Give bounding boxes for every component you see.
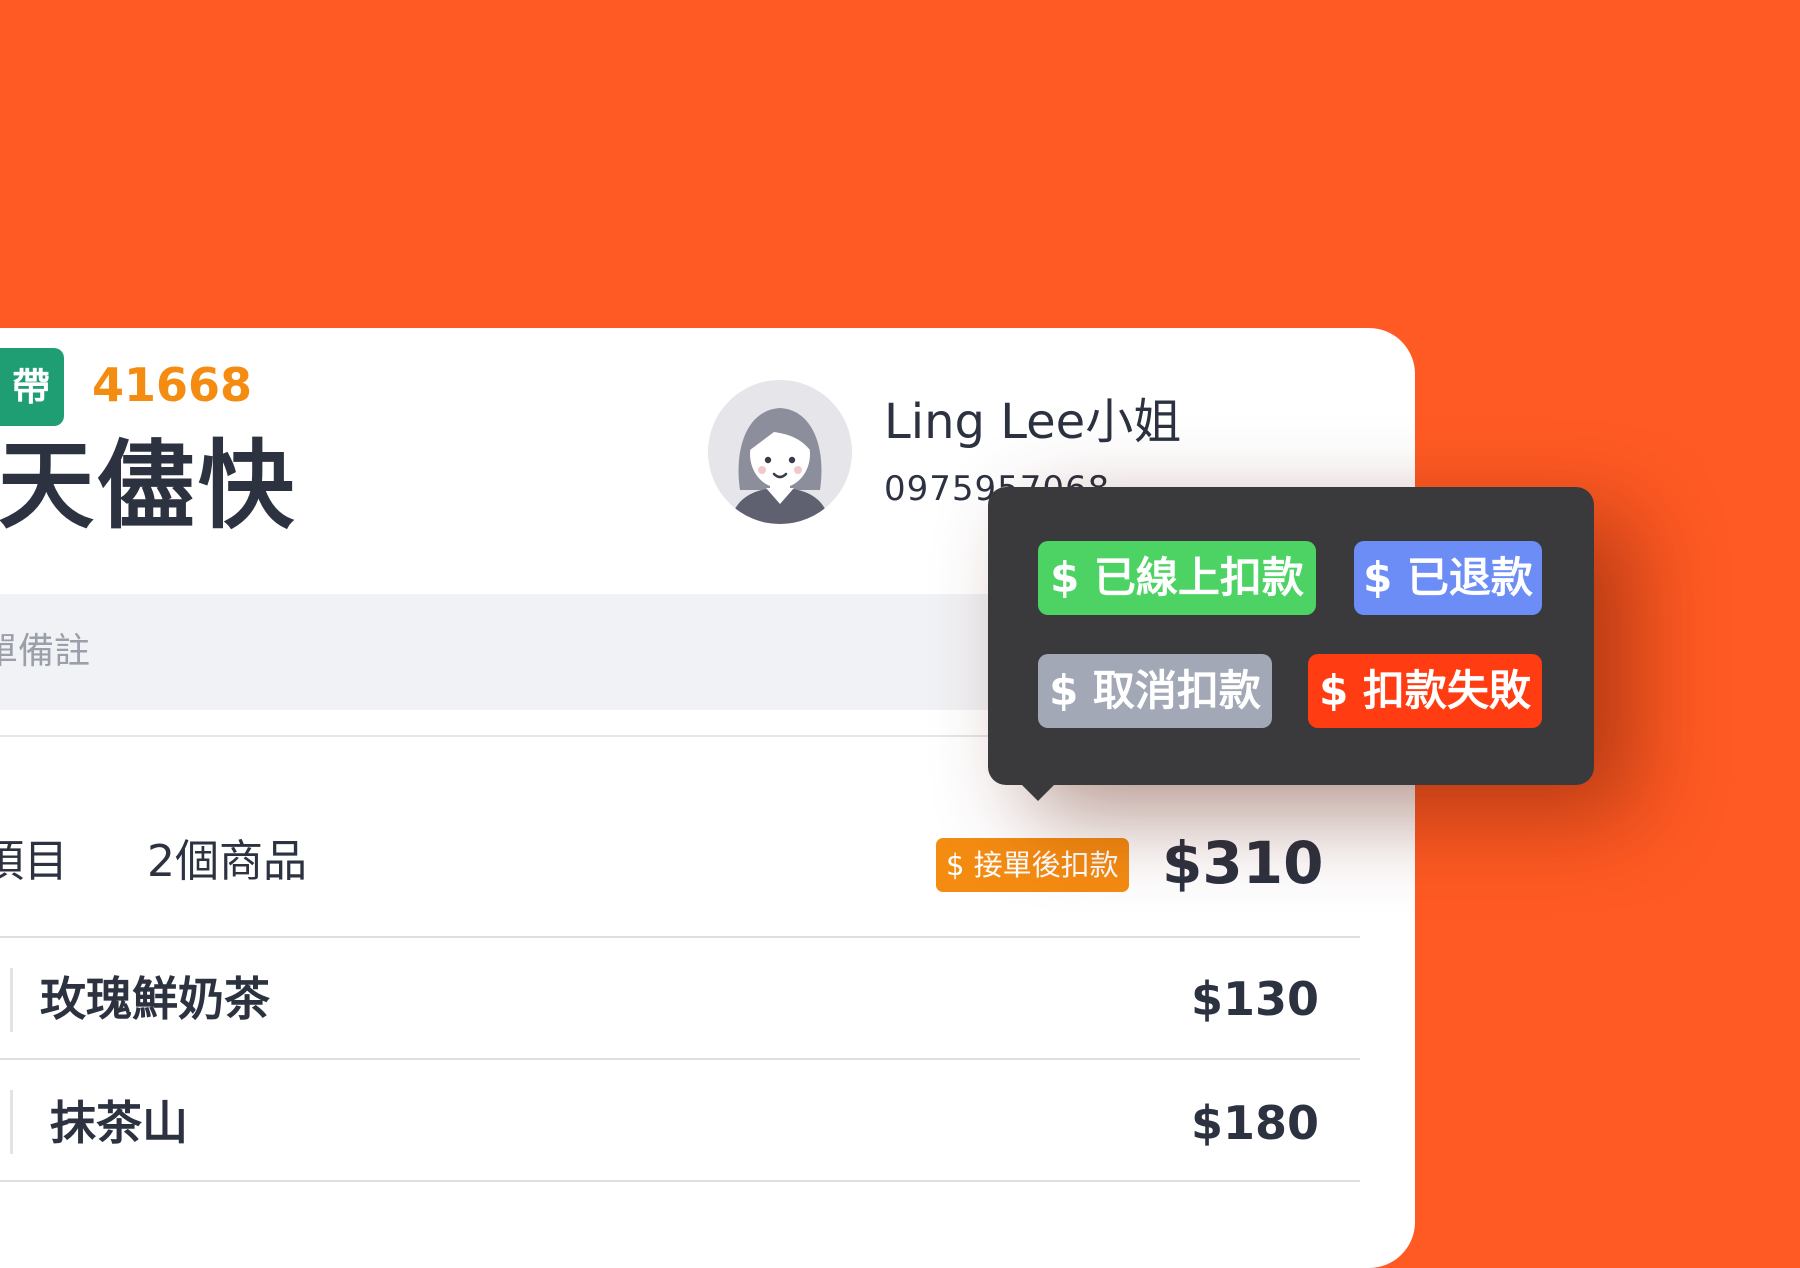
items-label: 項目 (0, 836, 68, 887)
customer-avatar-icon (708, 380, 852, 524)
items-count: 2個商品 (147, 836, 307, 887)
order-number: 41668 (92, 358, 253, 412)
item-accent-line (10, 968, 13, 1032)
status-charged-online-button[interactable]: $ 已線上扣款 (1038, 541, 1316, 615)
popup-pointer (1018, 781, 1058, 801)
item-price: $130 (1190, 972, 1319, 1026)
divider (0, 1180, 1360, 1182)
item-name: 玫瑰鮮奶茶 (40, 972, 270, 1026)
payment-status-badge[interactable]: $ 接單後扣款 (936, 838, 1129, 892)
item-name: 抹茶山 (50, 1096, 188, 1150)
order-title: 今天儘快 (0, 430, 298, 542)
status-cancel-charge-button[interactable]: $ 取消扣款 (1038, 654, 1272, 728)
customer-name: Ling Lee小姐 (884, 394, 1182, 450)
order-type-tag: 帶 (0, 348, 64, 426)
divider (0, 1058, 1360, 1060)
avatar-woman-icon (708, 380, 852, 524)
item-price: $180 (1190, 1096, 1319, 1150)
divider (0, 936, 1360, 938)
order-card: 帶 41668 今天儘快 Ling Lee小姐 0975957068 (0, 328, 1415, 1268)
status-refunded-button[interactable]: $ 已退款 (1354, 541, 1542, 615)
status-charge-failed-button[interactable]: $ 扣款失敗 (1308, 654, 1542, 728)
order-note-placeholder: 單備註 (0, 631, 91, 672)
order-total: $310 (1162, 829, 1324, 897)
item-accent-line (10, 1090, 13, 1154)
payment-status-popup: $ 已線上扣款 $ 已退款 $ 取消扣款 $ 扣款失敗 (988, 487, 1594, 801)
